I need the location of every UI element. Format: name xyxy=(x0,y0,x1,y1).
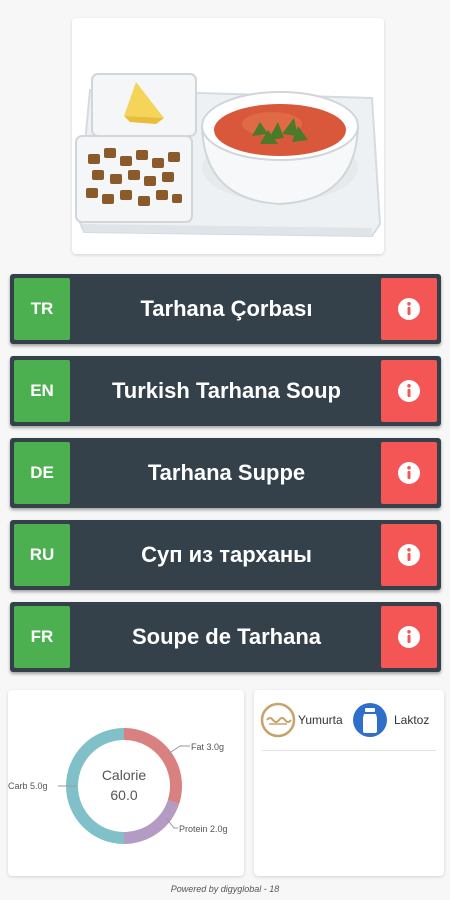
info-icon xyxy=(398,626,420,648)
language-code-badge: DE xyxy=(14,442,70,504)
info-button[interactable] xyxy=(381,360,437,422)
dish-name: Tarhana Çorbası xyxy=(140,296,313,321)
donut-slice-protein xyxy=(124,800,180,844)
dish-name: Turkish Tarhana Soup xyxy=(112,378,341,403)
donut-slices xyxy=(66,728,183,844)
dish-name: Soupe de Tarhana xyxy=(131,624,322,649)
language-row-ru[interactable]: RU Суп из тарханы xyxy=(10,520,441,590)
info-icon xyxy=(398,380,420,402)
info-icon xyxy=(398,544,420,566)
nutrition-donut-chart: Calorie 60.0 Fat 3.0g Carb 5.0g Protein … xyxy=(8,728,228,844)
allergen-card: Yumurta Laktoz xyxy=(254,690,444,876)
dish-name: Tarhana Suppe xyxy=(147,460,306,485)
language-row-en[interactable]: EN Turkish Tarhana Soup xyxy=(10,356,441,426)
allergen-label: Laktoz xyxy=(394,713,430,727)
soup-plate-image xyxy=(75,73,382,238)
allergen-lactose: Laktoz xyxy=(352,700,429,740)
divider xyxy=(262,750,436,751)
carb-label: Carb 5.0g xyxy=(8,781,48,791)
protein-label: Protein 2.0g xyxy=(179,824,228,834)
milk-bottle-icon xyxy=(353,703,387,737)
calorie-value: 60.0 xyxy=(110,787,137,803)
language-code-badge: RU xyxy=(14,524,70,586)
language-row-tr[interactable]: TR Tarhana Çorbası xyxy=(10,274,441,344)
language-code-badge: TR xyxy=(14,278,70,340)
info-button[interactable] xyxy=(381,524,437,586)
dish-name: Суп из тарханы xyxy=(141,542,312,567)
info-icon xyxy=(398,298,420,320)
info-button[interactable] xyxy=(381,278,437,340)
language-code-badge: FR xyxy=(14,606,70,668)
info-button[interactable] xyxy=(381,442,437,504)
allergen-egg: Yumurta xyxy=(260,700,343,740)
allergen-label: Yumurta xyxy=(298,713,343,727)
language-row-de[interactable]: DE Tarhana Suppe xyxy=(10,438,441,508)
info-button[interactable] xyxy=(381,606,437,668)
fat-label: Fat 3.0g xyxy=(191,742,224,752)
calorie-label: Calorie xyxy=(102,767,147,783)
nutrition-card: Calorie 60.0 Fat 3.0g Carb 5.0g Protein … xyxy=(8,690,244,876)
language-row-fr[interactable]: FR Soupe de Tarhana xyxy=(10,602,441,672)
footer-credit: Powered by digyglobal - 18 xyxy=(170,884,280,894)
language-code-badge: EN xyxy=(14,360,70,422)
egg-icon xyxy=(260,702,296,738)
info-icon xyxy=(398,462,420,484)
dish-photo xyxy=(72,18,384,254)
